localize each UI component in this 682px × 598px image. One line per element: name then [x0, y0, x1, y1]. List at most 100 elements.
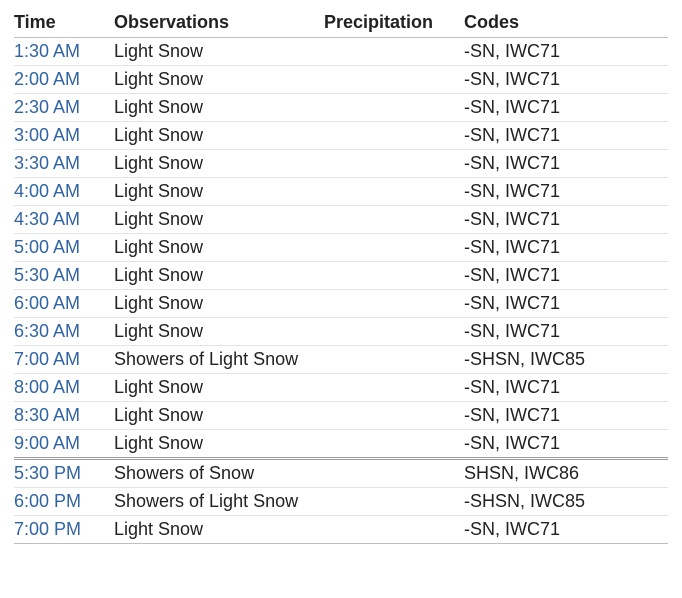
cell-precipitation — [324, 234, 464, 262]
table-row: 8:00 AM Light Snow -SN, IWC71 — [14, 374, 668, 402]
time-link[interactable]: 9:00 AM — [14, 433, 80, 453]
cell-codes: -SN, IWC71 — [464, 66, 668, 94]
cell-time: 2:30 AM — [14, 94, 114, 122]
cell-codes: -SN, IWC71 — [464, 94, 668, 122]
time-link[interactable]: 5:30 PM — [14, 463, 81, 483]
cell-precipitation — [324, 346, 464, 374]
cell-observations: Light Snow — [114, 38, 324, 66]
cell-observations: Light Snow — [114, 262, 324, 290]
cell-time: 7:00 PM — [14, 516, 114, 544]
cell-codes: -SN, IWC71 — [464, 178, 668, 206]
cell-observations: Light Snow — [114, 150, 324, 178]
time-link[interactable]: 4:30 AM — [14, 209, 80, 229]
table-row: 4:30 AMLight Snow-SN, IWC71 — [14, 206, 668, 234]
cell-codes: SHSN, IWC86 — [464, 459, 668, 488]
cell-time: 4:00 AM — [14, 178, 114, 206]
cell-precipitation — [324, 66, 464, 94]
cell-precipitation — [324, 122, 464, 150]
table-header-row: Time Observations Precipitation Codes — [14, 8, 668, 38]
cell-observations: Showers of Light Snow — [114, 488, 324, 516]
cell-precipitation — [324, 488, 464, 516]
cell-precipitation — [324, 206, 464, 234]
table-row: 4:00 AM Light Snow -SN, IWC71 — [14, 178, 668, 206]
time-link[interactable]: 7:00 PM — [14, 519, 81, 539]
cell-observations: Showers of Snow — [114, 459, 324, 488]
time-link[interactable]: 1:30 AM — [14, 41, 80, 61]
cell-codes: -SN, IWC71 — [464, 234, 668, 262]
cell-observations: Light Snow — [114, 290, 324, 318]
time-link[interactable]: 5:00 AM — [14, 237, 80, 257]
cell-time: 3:30 AM — [14, 150, 114, 178]
cell-observations: Light Snow — [114, 94, 324, 122]
cell-precipitation — [324, 38, 464, 66]
cell-precipitation — [324, 290, 464, 318]
table-row: 2:00 AM Light Snow -SN, IWC71 — [14, 66, 668, 94]
time-link[interactable]: 8:30 AM — [14, 405, 80, 425]
cell-precipitation — [324, 94, 464, 122]
time-link[interactable]: 3:30 AM — [14, 153, 80, 173]
cell-time: 1:30 AM — [14, 38, 114, 66]
cell-observations: Light Snow — [114, 430, 324, 459]
cell-time: 6:00 PM — [14, 488, 114, 516]
weather-observations-table: Time Observations Precipitation Codes 1:… — [14, 8, 668, 544]
cell-observations: Light Snow — [114, 402, 324, 430]
cell-time: 5:30 PM — [14, 459, 114, 488]
table-row: 6:00 PM Showers of Light Snow -SHSN, IWC85 — [14, 488, 668, 516]
table-row: 5:00 AM Light Snow -SN, IWC71 — [14, 234, 668, 262]
time-link[interactable]: 2:30 AM — [14, 97, 80, 117]
table-row: 6:30 AM Light Snow -SN, IWC71 — [14, 318, 668, 346]
cell-codes: -SN, IWC71 — [464, 122, 668, 150]
table-row: 7:00 AMShowers of Light Snow-SHSN, IWC85 — [14, 346, 668, 374]
time-link[interactable]: 7:00 AM — [14, 349, 80, 369]
cell-precipitation — [324, 178, 464, 206]
cell-precipitation — [324, 374, 464, 402]
cell-time: 8:30 AM — [14, 402, 114, 430]
time-link[interactable]: 3:00 AM — [14, 125, 80, 145]
cell-observations: Light Snow — [114, 234, 324, 262]
cell-observations: Light Snow — [114, 66, 324, 94]
cell-time: 5:00 AM — [14, 234, 114, 262]
cell-time: 6:30 AM — [14, 318, 114, 346]
time-link[interactable]: 2:00 AM — [14, 69, 80, 89]
cell-observations: Light Snow — [114, 374, 324, 402]
time-link[interactable]: 5:30 AM — [14, 265, 80, 285]
cell-precipitation — [324, 150, 464, 178]
cell-precipitation — [324, 516, 464, 544]
cell-observations: Light Snow — [114, 516, 324, 544]
time-link[interactable]: 6:00 PM — [14, 491, 81, 511]
cell-time: 5:30 AM — [14, 262, 114, 290]
col-header-time: Time — [14, 8, 114, 38]
col-header-precipitation: Precipitation — [324, 8, 464, 38]
cell-codes: -SN, IWC71 — [464, 430, 668, 459]
cell-precipitation — [324, 262, 464, 290]
cell-observations: Light Snow — [114, 122, 324, 150]
cell-codes: -SN, IWC71 — [464, 318, 668, 346]
col-header-codes: Codes — [464, 8, 668, 38]
table-row: 2:30 AM Light Snow -SN, IWC71 — [14, 94, 668, 122]
cell-codes: -SN, IWC71 — [464, 402, 668, 430]
cell-time: 8:00 AM — [14, 374, 114, 402]
time-link[interactable]: 6:00 AM — [14, 293, 80, 313]
table-row: 9:00 AM Light Snow -SN, IWC71 — [14, 430, 668, 459]
cell-codes: -SN, IWC71 — [464, 374, 668, 402]
cell-precipitation — [324, 402, 464, 430]
table-row: 3:30 AM Light Snow -SN, IWC71 — [14, 150, 668, 178]
time-link[interactable]: 8:00 AM — [14, 377, 80, 397]
cell-codes: -SN, IWC71 — [464, 262, 668, 290]
time-link[interactable]: 4:00 AM — [14, 181, 80, 201]
cell-observations: Light Snow — [114, 318, 324, 346]
cell-codes: -SN, IWC71 — [464, 150, 668, 178]
table-row: 5:30 AM Light Snow -SN, IWC71 — [14, 262, 668, 290]
cell-codes: -SN, IWC71 — [464, 516, 668, 544]
cell-time: 9:00 AM — [14, 430, 114, 459]
table-row: 7:00 PM Light Snow -SN, IWC71 — [14, 516, 668, 544]
cell-codes: -SHSN, IWC85 — [464, 488, 668, 516]
table-row: 6:00 AMLight Snow-SN, IWC71 — [14, 290, 668, 318]
table-row: 1:30 AMLight Snow-SN, IWC71 — [14, 38, 668, 66]
cell-observations: Light Snow — [114, 178, 324, 206]
table-row: 8:30 AM Light Snow -SN, IWC71 — [14, 402, 668, 430]
table-row: 3:00 AM Light Snow -SN, IWC71 — [14, 122, 668, 150]
cell-observations: Showers of Light Snow — [114, 346, 324, 374]
cell-precipitation — [324, 318, 464, 346]
time-link[interactable]: 6:30 AM — [14, 321, 80, 341]
